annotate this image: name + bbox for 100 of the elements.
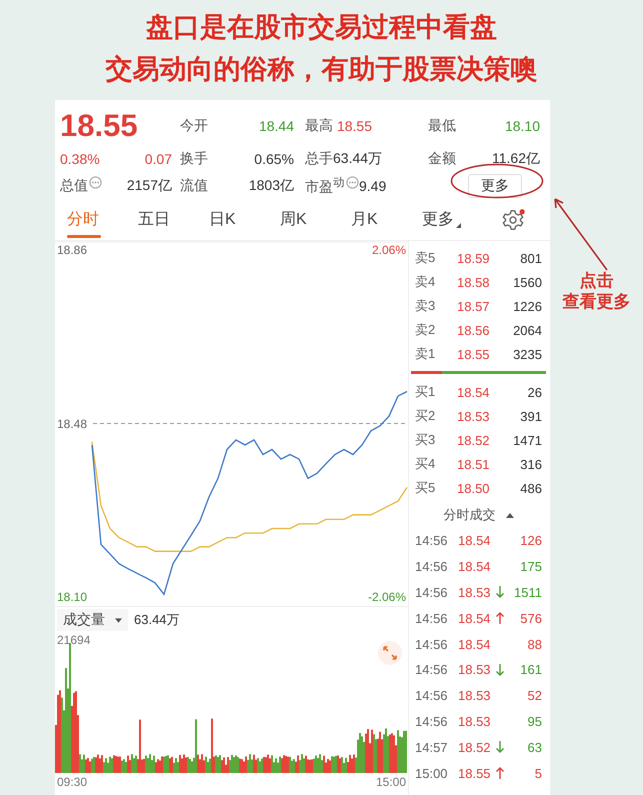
trade-price: 18.53 bbox=[458, 688, 492, 704]
expand-icon[interactable] bbox=[378, 641, 402, 665]
stat-value: 18.55 bbox=[336, 118, 372, 134]
trade-volume: 63 bbox=[526, 740, 542, 755]
stat-value: 0.65% bbox=[254, 151, 294, 167]
axis-label: 18.10 bbox=[57, 590, 88, 604]
level-label: 卖1 bbox=[415, 345, 436, 363]
stat-value: 1803亿 bbox=[248, 177, 294, 195]
stat-label: 今开 bbox=[180, 117, 208, 135]
trade-time: 14:56 bbox=[415, 714, 449, 729]
indicator-dropdown[interactable]: 成交量 bbox=[57, 609, 128, 631]
trade-time: 14:56 bbox=[415, 636, 449, 652]
chart-tab[interactable]: 月K bbox=[351, 200, 422, 240]
level-price: 18.53 bbox=[457, 408, 491, 424]
chart-tab[interactable]: 周K bbox=[280, 200, 351, 240]
stat-value: 9.49 bbox=[359, 178, 386, 194]
trade-price: 18.54 bbox=[458, 559, 492, 574]
level-label: 卖4 bbox=[415, 273, 436, 291]
down-arrow-icon bbox=[496, 741, 504, 754]
level-price: 18.57 bbox=[457, 298, 491, 314]
trade-volume: 126 bbox=[519, 533, 542, 548]
level-label: 买2 bbox=[415, 407, 436, 425]
trade-price: 18.54 bbox=[458, 533, 492, 548]
level-volume: 1471 bbox=[512, 432, 542, 448]
level-label: 买3 bbox=[415, 431, 436, 449]
trade-time: 14:56 bbox=[415, 584, 449, 600]
info-icon[interactable] bbox=[346, 176, 359, 188]
trade-time: 14:56 bbox=[415, 688, 449, 704]
level-price: 18.51 bbox=[457, 456, 491, 472]
change-percent: 0.38% bbox=[60, 151, 100, 167]
trade-time: 14:56 bbox=[415, 533, 449, 548]
level-label: 卖5 bbox=[415, 249, 436, 267]
trade-volume: 175 bbox=[519, 559, 542, 574]
chart-tab[interactable]: 五日 bbox=[138, 200, 209, 240]
stat-label: 市盈$^{动}$ bbox=[305, 175, 345, 197]
chart-tab[interactable]: 日K bbox=[209, 200, 280, 240]
level-volume: 26 bbox=[526, 384, 542, 400]
trade-time: 14:56 bbox=[415, 559, 449, 574]
down-arrow-icon bbox=[496, 664, 504, 676]
down-arrow-icon bbox=[496, 586, 504, 598]
axis-label: 2.06% bbox=[372, 243, 406, 257]
info-icon[interactable] bbox=[89, 176, 102, 188]
trade-price: 18.52 bbox=[458, 740, 492, 755]
caption-line: 盘口是在股市交易过程中看盘 bbox=[146, 11, 497, 44]
trade-volume: 576 bbox=[519, 610, 542, 626]
level-volume: 2064 bbox=[512, 322, 542, 338]
trade-volume: 52 bbox=[526, 688, 542, 704]
stat-value: 18.10 bbox=[504, 118, 540, 134]
level-label: 买5 bbox=[415, 479, 436, 497]
level-price: 18.55 bbox=[457, 346, 491, 362]
axis-label: 18.86 bbox=[57, 243, 88, 257]
trade-volume: 5 bbox=[534, 766, 542, 781]
trade-time: 14:57 bbox=[415, 740, 449, 755]
trade-price: 18.54 bbox=[458, 636, 492, 652]
level-label: 买1 bbox=[415, 383, 436, 401]
dropdown-icon bbox=[115, 618, 122, 622]
level-volume: 1560 bbox=[512, 274, 542, 290]
stat-label: 最低 bbox=[428, 117, 456, 135]
axis-label: 18.48 bbox=[57, 416, 88, 430]
axis-label: -2.06% bbox=[368, 590, 406, 604]
last-price: 18.55 bbox=[60, 108, 138, 144]
time-label: 09:30 bbox=[57, 775, 88, 789]
trade-price: 18.53 bbox=[458, 714, 492, 729]
trade-volume: 161 bbox=[519, 662, 542, 678]
up-arrow-icon bbox=[496, 612, 504, 624]
caret-icon[interactable] bbox=[506, 512, 514, 518]
trade-time: 15:00 bbox=[415, 766, 449, 781]
stat-value: 18.44 bbox=[258, 118, 294, 134]
level-volume: 3235 bbox=[512, 346, 542, 362]
trade-price: 18.53 bbox=[458, 662, 492, 678]
callout-text: 查看更多 bbox=[562, 291, 630, 312]
stat-value: 63.44万 bbox=[333, 150, 382, 168]
stat-value: 11.62亿 bbox=[492, 150, 540, 168]
caption-line: 交易动向的俗称，有助于股票决策噢 bbox=[106, 53, 538, 86]
trade-price: 18.53 bbox=[458, 584, 492, 600]
trade-price: 18.54 bbox=[458, 610, 492, 626]
stat-label: 换手 bbox=[180, 150, 208, 168]
trade-volume: 1511 bbox=[513, 584, 542, 600]
callout-text: 点击 bbox=[580, 270, 614, 291]
level-volume: 316 bbox=[519, 456, 542, 472]
stat-label: 总手 bbox=[305, 150, 333, 168]
level-price: 18.50 bbox=[457, 480, 491, 496]
more-button[interactable]: 更多 bbox=[468, 174, 522, 198]
stat-label: 流值 bbox=[180, 177, 208, 195]
level-price: 18.56 bbox=[457, 322, 491, 338]
level-volume: 1226 bbox=[512, 298, 542, 314]
level-volume: 801 bbox=[519, 250, 542, 266]
level-label: 卖3 bbox=[415, 297, 436, 315]
trades-title: 分时成交 bbox=[444, 506, 496, 524]
level-volume: 391 bbox=[519, 408, 542, 424]
settings-icon[interactable] bbox=[501, 209, 525, 231]
trade-volume: 88 bbox=[526, 636, 542, 652]
trade-time: 14:56 bbox=[415, 662, 449, 678]
level-price: 18.59 bbox=[457, 250, 491, 266]
trade-volume: 95 bbox=[526, 714, 542, 729]
chart-tab[interactable]: 更多 bbox=[422, 200, 493, 240]
level-label: 卖2 bbox=[415, 321, 436, 339]
stat-label: 最高 bbox=[305, 117, 333, 135]
stat-label: 总值 bbox=[60, 177, 88, 195]
up-arrow-icon bbox=[496, 767, 504, 780]
